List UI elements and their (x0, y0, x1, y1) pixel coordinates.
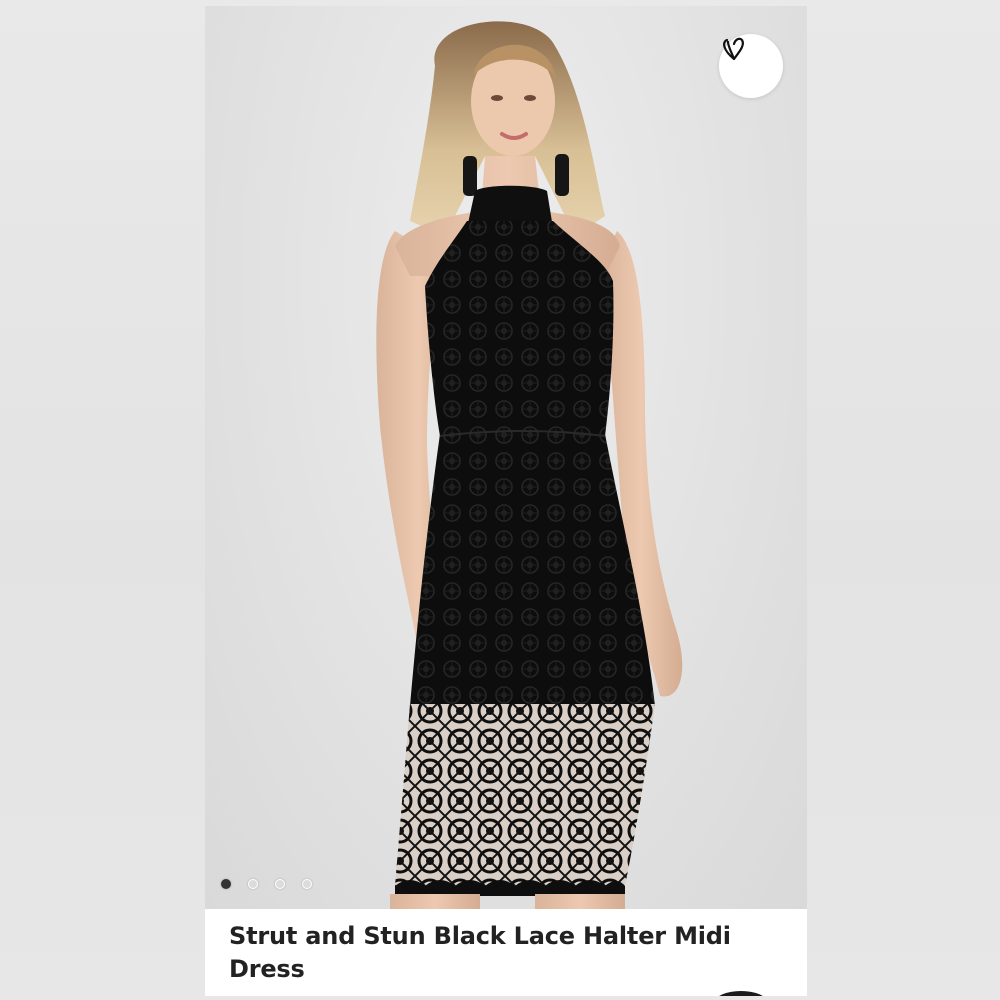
heart-icon (723, 37, 744, 61)
product-title: Strut and Stun Black Lace Halter Midi Dr… (229, 922, 731, 983)
gallery-dot-2[interactable] (248, 879, 258, 889)
favorite-button[interactable] (719, 34, 783, 98)
gallery-dot-3[interactable] (275, 879, 285, 889)
product-image[interactable] (205, 6, 807, 909)
partial-element-peek (715, 991, 767, 996)
model-illustration (376, 21, 683, 909)
gallery-dot-4[interactable] (302, 879, 312, 889)
product-card: Strut and Stun Black Lace Halter Midi Dr… (205, 6, 807, 996)
gallery-pagination (221, 879, 312, 889)
gallery-dot-1[interactable] (221, 879, 231, 889)
